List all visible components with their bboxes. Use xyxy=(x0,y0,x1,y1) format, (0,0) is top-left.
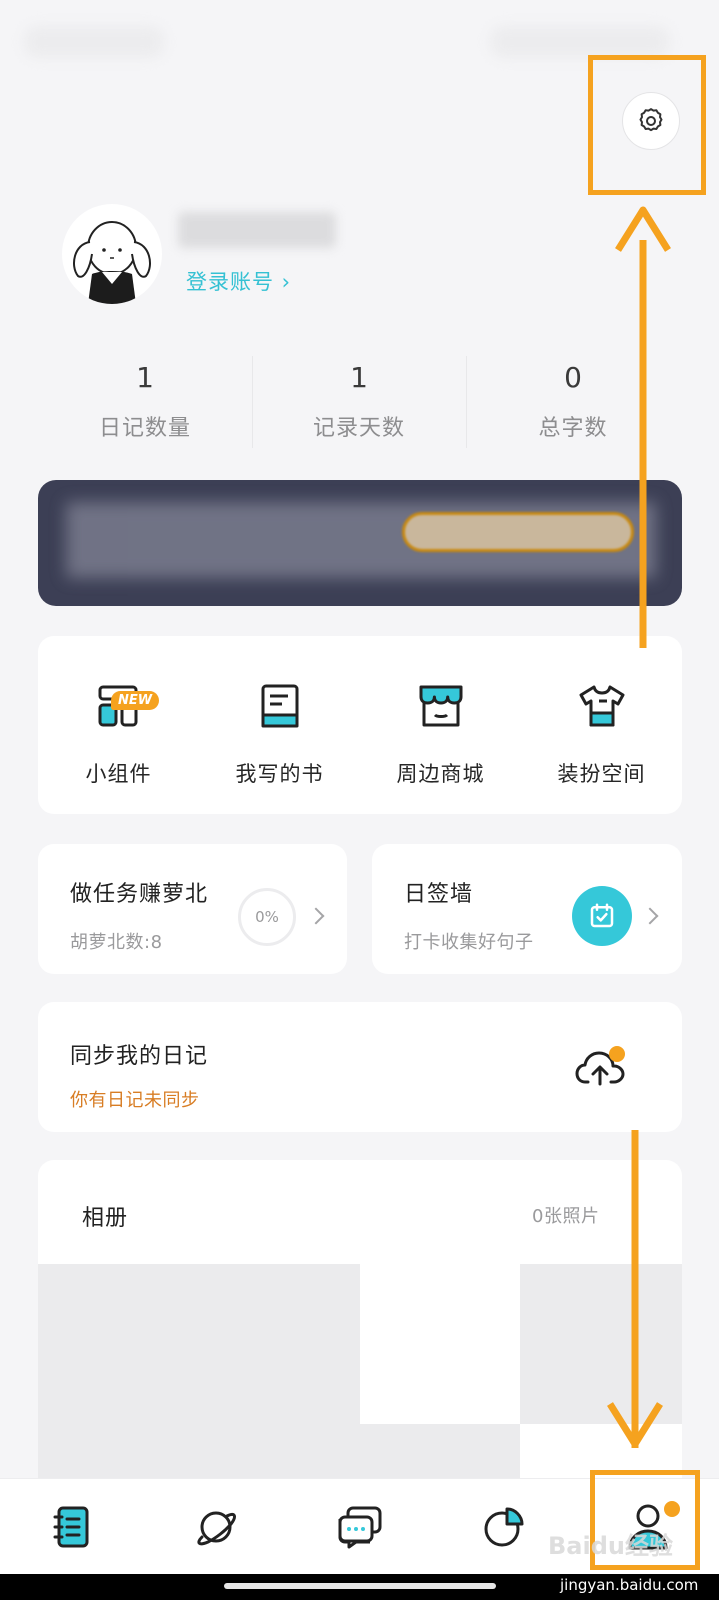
nav-diary[interactable] xyxy=(0,1479,144,1575)
home-indicator[interactable] xyxy=(224,1583,496,1589)
chat-icon xyxy=(338,1506,382,1549)
pie-chart-icon xyxy=(484,1507,524,1547)
notebook-icon xyxy=(53,1506,89,1548)
nav-messages[interactable] xyxy=(288,1479,432,1575)
planet-icon xyxy=(197,1511,236,1546)
annotation-arrows xyxy=(607,206,671,1448)
watermark-brand: Baidu经验 xyxy=(548,1532,673,1560)
watermark-url: jingyan.baidu.com xyxy=(560,1576,699,1594)
nav-planet[interactable] xyxy=(144,1479,288,1575)
